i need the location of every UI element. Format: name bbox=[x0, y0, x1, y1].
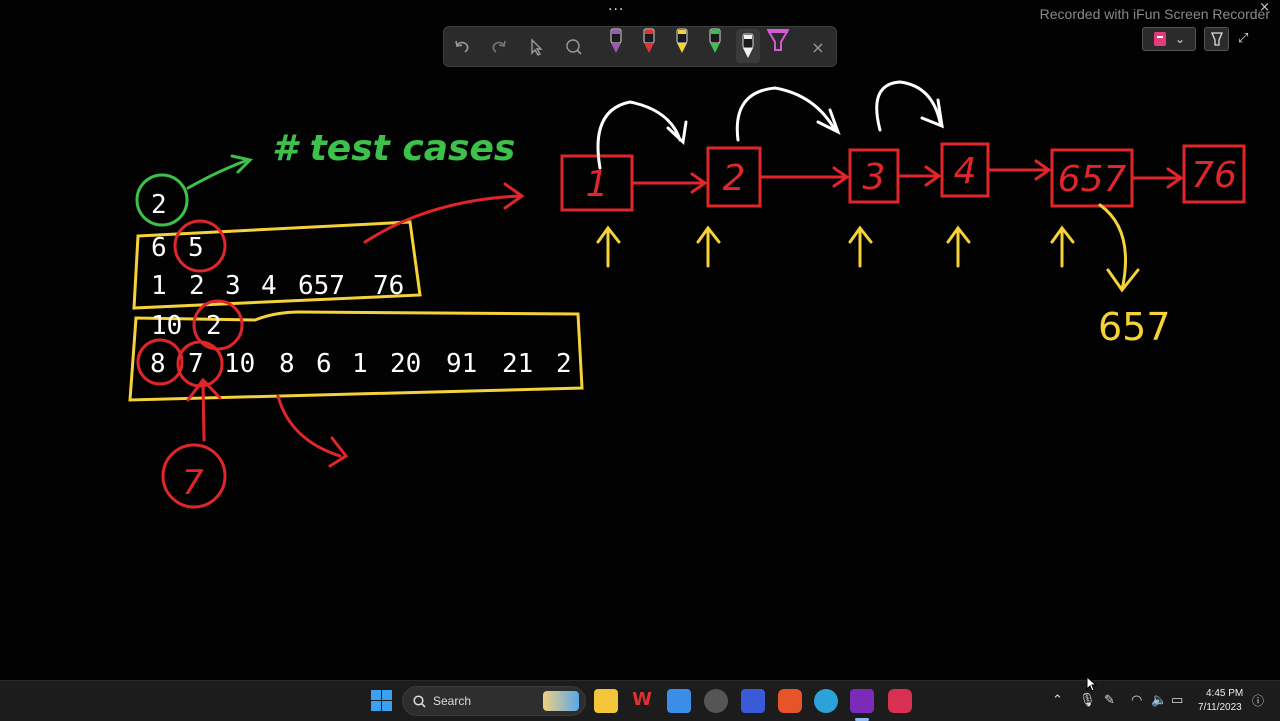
undo-icon[interactable] bbox=[450, 35, 474, 59]
mouse-cursor bbox=[1086, 676, 1098, 692]
case2-value: 20 bbox=[390, 349, 421, 379]
case2-value: 21 bbox=[502, 349, 533, 379]
highlighter-pink-icon[interactable] bbox=[766, 29, 790, 53]
wps-office-icon[interactable]: W bbox=[630, 689, 654, 713]
wifi-icon[interactable]: ◠ bbox=[1131, 693, 1142, 708]
list-link-arrow bbox=[896, 165, 942, 187]
case2-n: 10 bbox=[151, 311, 182, 341]
testcases-label: # test cases bbox=[272, 128, 515, 169]
case2-value: 6 bbox=[316, 349, 332, 379]
case1-value: 2 bbox=[189, 271, 205, 301]
list-node-value: 657 bbox=[1058, 159, 1127, 200]
notification-icon[interactable]: ⓘ bbox=[1252, 692, 1264, 709]
case2-value: 2 bbox=[556, 349, 572, 379]
testcases-count: 2 bbox=[151, 190, 167, 220]
white-arrow-2 bbox=[735, 86, 841, 142]
list-node-value: 3 bbox=[863, 157, 886, 198]
microphone-icon[interactable]: 🎙 bbox=[1079, 693, 1096, 708]
pointer-up-arrow bbox=[946, 225, 971, 268]
result-arrow bbox=[1098, 203, 1140, 293]
list-link-arrow bbox=[758, 166, 850, 188]
ai-app-icon[interactable] bbox=[741, 689, 765, 713]
window-close-icon[interactable]: × bbox=[1259, 0, 1270, 15]
brave-browser-icon[interactable] bbox=[778, 689, 802, 713]
battery-icon[interactable]: ▭ bbox=[1171, 693, 1183, 708]
list-link-arrow bbox=[630, 172, 708, 194]
clock-date[interactable]: 7/11/2023 bbox=[1198, 702, 1242, 713]
clock-time[interactable]: 4:45 PM bbox=[1206, 688, 1243, 699]
onenote-icon[interactable] bbox=[850, 689, 874, 713]
pen-tray-icon[interactable]: ✎ bbox=[1104, 693, 1115, 708]
search-highlight-icon bbox=[543, 691, 579, 711]
app-icon[interactable] bbox=[704, 689, 728, 713]
list-link-arrow bbox=[986, 159, 1052, 181]
notebook-icon bbox=[1153, 32, 1166, 46]
case2-curve-arrow bbox=[276, 394, 349, 468]
page-color-dropdown[interactable]: ⌄ bbox=[1142, 27, 1196, 51]
pen-white-icon[interactable] bbox=[736, 29, 760, 63]
case2-value: 8 bbox=[279, 349, 295, 379]
case1-arrow bbox=[363, 182, 525, 244]
pointer-up-arrow bbox=[848, 225, 873, 268]
case1-value: 76 bbox=[373, 271, 404, 301]
pen-red-icon[interactable] bbox=[637, 28, 661, 53]
whiteboard-canvas[interactable]: # test cases 2 6 5 1 2 3 4 657 76 10 2 8 7 10 8 6… bbox=[0, 0, 1280, 720]
search-label: Search bbox=[433, 694, 472, 708]
redo-icon[interactable] bbox=[487, 35, 511, 59]
case1-k: 5 bbox=[188, 233, 204, 263]
case2-value: 8 bbox=[150, 349, 166, 379]
highlighter-icon bbox=[1210, 32, 1223, 46]
volume-icon[interactable]: 🔈 bbox=[1151, 693, 1167, 708]
list-node-value: 4 bbox=[954, 151, 977, 192]
testcases-arrow bbox=[186, 154, 253, 190]
edge-browser-icon[interactable] bbox=[814, 689, 838, 713]
case2-value: 1 bbox=[352, 349, 368, 379]
case1-n: 6 bbox=[151, 233, 167, 263]
windows-start-icon[interactable] bbox=[371, 690, 392, 715]
case1-value: 1 bbox=[151, 271, 167, 301]
case1-value: 657 bbox=[298, 271, 345, 301]
chevron-up-icon[interactable]: ⌃ bbox=[1052, 693, 1063, 708]
list-node-value: 1 bbox=[586, 164, 609, 205]
list-node-value: 2 bbox=[723, 158, 746, 199]
case1-value: 4 bbox=[261, 271, 277, 301]
case2-up-arrow bbox=[186, 377, 222, 442]
case2-value: 7 bbox=[188, 349, 204, 379]
window-drag-dots[interactable]: ... bbox=[608, 0, 624, 14]
pen-yellow-icon[interactable] bbox=[670, 28, 694, 53]
microsoft-store-icon[interactable] bbox=[667, 689, 691, 713]
select-icon[interactable] bbox=[524, 35, 548, 59]
screen-recorder-icon[interactable] bbox=[888, 689, 912, 713]
case2-value: 10 bbox=[224, 349, 255, 379]
lasso-icon[interactable] bbox=[562, 35, 586, 59]
recorder-watermark: Recorded with iFun Screen Recorder bbox=[1039, 6, 1270, 22]
chevron-down-icon: ⌄ bbox=[1174, 32, 1186, 46]
pen-green-icon[interactable] bbox=[703, 28, 727, 53]
pointer-up-arrow bbox=[1050, 225, 1075, 268]
highlighter-mode-button[interactable] bbox=[1204, 27, 1229, 51]
list-link-arrow bbox=[1130, 167, 1184, 189]
toolbar-close-icon[interactable]: × bbox=[806, 35, 830, 59]
pointer-up-arrow bbox=[696, 225, 721, 268]
file-explorer-icon[interactable] bbox=[594, 689, 618, 713]
taskbar-search[interactable]: Search bbox=[402, 686, 586, 716]
answer-value: 7 bbox=[182, 463, 204, 503]
expand-icon[interactable]: ⤢ bbox=[1238, 31, 1248, 46]
ink-toolbar: × bbox=[443, 26, 837, 67]
white-arrow-3 bbox=[875, 80, 944, 132]
case2-value: 91 bbox=[446, 349, 477, 379]
list-node-value: 76 bbox=[1191, 155, 1237, 196]
pointer-up-arrow bbox=[596, 225, 621, 268]
pen-purple-icon[interactable] bbox=[604, 28, 628, 53]
case1-value: 3 bbox=[225, 271, 241, 301]
white-arrow-1 bbox=[596, 100, 688, 170]
case2-k: 2 bbox=[206, 311, 222, 341]
search-icon bbox=[413, 695, 426, 708]
result-value: 657 bbox=[1098, 305, 1171, 349]
